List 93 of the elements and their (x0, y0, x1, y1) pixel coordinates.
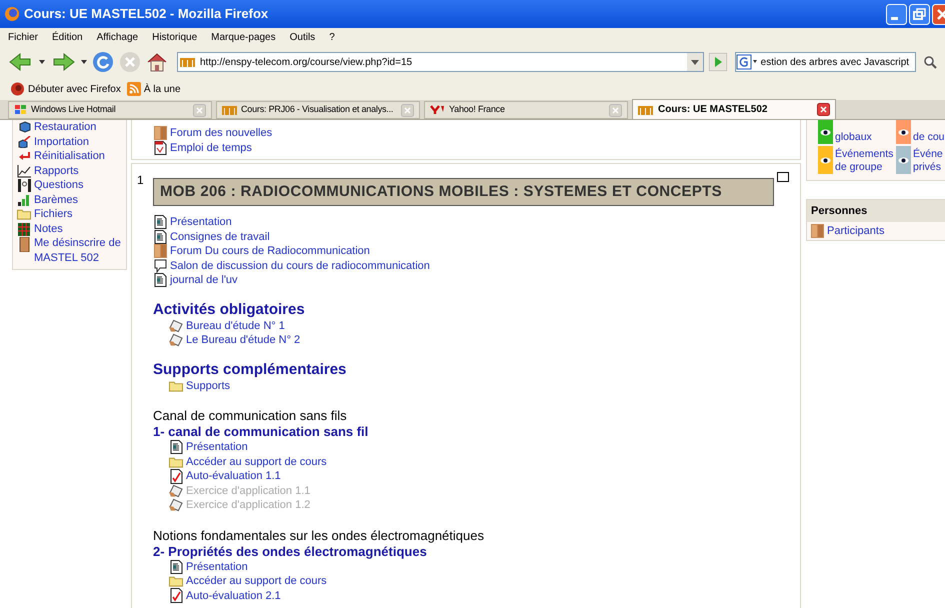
activity-link[interactable]: Auto-évaluation 1.1 (186, 468, 281, 484)
activity-link[interactable]: Présentation (186, 439, 248, 456)
section-title: MOB 206 : RADIOCOMMUNICATIONS MOBILES : SYSTEMES ET CONCEPTS (153, 178, 774, 206)
section-heading: 1- canal de communication sans fil (153, 424, 370, 440)
pdf-document-icon (153, 140, 167, 155)
folder-icon (169, 456, 183, 468)
folder-icon (17, 208, 31, 220)
activity-link[interactable]: Bureau d'étude N° 1 (186, 318, 285, 334)
activity-link[interactable]: Présentation (170, 214, 232, 230)
menu-item[interactable]: Édition (52, 30, 83, 44)
legend-link[interactable]: Événe privés (913, 148, 945, 174)
sidebar-link[interactable]: Me désinscrire de MASTEL 502 (34, 236, 126, 265)
page-icon (153, 273, 167, 288)
topic-label: Canal de communication sans fils (153, 408, 348, 424)
address-field[interactable]: http://enspy-telecom.org/course/view.php?id=15 (177, 52, 704, 72)
hand-paper-icon (169, 498, 183, 512)
hand-paper-icon (169, 484, 183, 498)
m-logo-icon (638, 104, 654, 116)
activity-link[interactable]: Salon de discussion du cours de radiocommunication (170, 258, 430, 274)
menu-item[interactable]: Fichier (8, 30, 38, 44)
sidebar-link[interactable]: Notes (34, 222, 63, 236)
bookmark-link[interactable]: Débuter avec Firefox (28, 82, 121, 96)
folder-icon (169, 380, 183, 392)
bookmark-link[interactable]: À la une (144, 82, 181, 96)
menu-item[interactable]: Marque-pages (211, 30, 276, 44)
window-title: Cours: UE MASTEL502 - Mozilla Firefox (24, 5, 270, 24)
restore-button[interactable] (909, 4, 930, 24)
sidebar-link[interactable]: Questions (34, 178, 84, 192)
page-icon (169, 560, 183, 574)
menu-item[interactable]: Historique (152, 30, 198, 44)
menu-item[interactable]: Outils (290, 30, 316, 44)
rss-icon (126, 82, 141, 96)
search-icon[interactable] (923, 55, 937, 69)
hand-paper-icon (169, 318, 183, 333)
sidebar-link[interactable]: Restauration (34, 120, 96, 134)
close-tab-icon[interactable] (817, 103, 830, 116)
topic-label: Notions fondamentales sur les ondes électromagnétiques (153, 528, 485, 544)
browser-tab[interactable]: Yahoo! France (424, 101, 628, 119)
checkbox[interactable] (777, 172, 789, 182)
activity-link[interactable]: Forum Du cours de Radiocommunication (170, 243, 370, 260)
m-logo-icon (180, 56, 196, 68)
sidebar-link[interactable]: Réinitialisation (34, 149, 105, 164)
flag-icon (14, 104, 28, 116)
activity-link[interactable]: Présentation (186, 558, 248, 575)
grid-icon (17, 222, 31, 236)
legend-link[interactable]: de cou (913, 131, 945, 144)
sidebar-link[interactable]: Fichiers (34, 207, 73, 222)
dropdown-caret-icon[interactable] (39, 60, 45, 64)
section-heading: Activités obligatoires (153, 300, 306, 318)
folder-icon (169, 575, 183, 588)
activity-link[interactable]: Consignes de travail (170, 228, 270, 245)
activity-link[interactable]: Supports (186, 378, 230, 394)
section-number: 1 (137, 173, 144, 187)
checked-page-icon (169, 468, 183, 484)
minimize-button[interactable] (886, 4, 907, 24)
search-engine-icon[interactable] (736, 54, 758, 70)
page-icon (153, 230, 167, 244)
activity-link[interactable]: Forum des nouvelles (170, 125, 272, 142)
line-chart-icon (17, 164, 31, 178)
bar-chart-icon (17, 194, 31, 206)
legend-link[interactable]: Événements de groupe (835, 148, 895, 174)
activity-link[interactable]: Le Bureau d'étude N° 2 (186, 332, 300, 348)
page-icon (169, 440, 183, 454)
menu-item[interactable]: Affichage (96, 30, 138, 44)
activity-link[interactable]: journal de l'uv (170, 272, 238, 288)
return-arrow-icon (17, 150, 31, 162)
browser-tab[interactable]: Cours: UE MASTEL502 (632, 99, 836, 119)
browser-tab[interactable]: Cours: PRJ06 - Visualisation et analys... (216, 101, 420, 119)
activity-link[interactable]: Accéder au support de cours (186, 454, 327, 470)
search-field[interactable]: estion des arbres avec Javascript (734, 52, 916, 72)
home-icon[interactable] (146, 52, 168, 72)
sidebar-link[interactable]: Rapports (34, 164, 79, 178)
activity-link[interactable]: Accéder au support de cours (186, 573, 327, 590)
go-arrow-icon[interactable] (708, 53, 727, 71)
sidebar-link[interactable]: Barèmes (34, 192, 78, 207)
section-heading: 2- Propriétés des ondes électromagnétiques (153, 544, 428, 560)
page-icon (153, 215, 167, 230)
menu-item[interactable]: ? (329, 30, 335, 44)
legend-link[interactable]: globaux (835, 131, 872, 144)
dropdown-caret-icon[interactable] (81, 60, 87, 64)
sidebar-link[interactable]: Importation (34, 134, 90, 149)
activity-link[interactable]: Auto-évaluation 2.1 (186, 588, 281, 604)
reload-icon[interactable] (92, 51, 114, 73)
y-logo-icon (430, 105, 446, 115)
m-logo-icon (222, 104, 238, 116)
section-heading: Supports complémentaires (153, 360, 348, 378)
activity-link[interactable]: Emploi de temps (170, 140, 252, 156)
browser-tab[interactable]: Windows Live Hotmail (8, 101, 212, 119)
checked-page-icon (169, 588, 183, 604)
hand-paper-icon (169, 333, 183, 348)
cube-arrow-icon (17, 136, 31, 148)
speech-bubble-icon (153, 258, 167, 273)
block-header: Personnes (807, 200, 945, 222)
